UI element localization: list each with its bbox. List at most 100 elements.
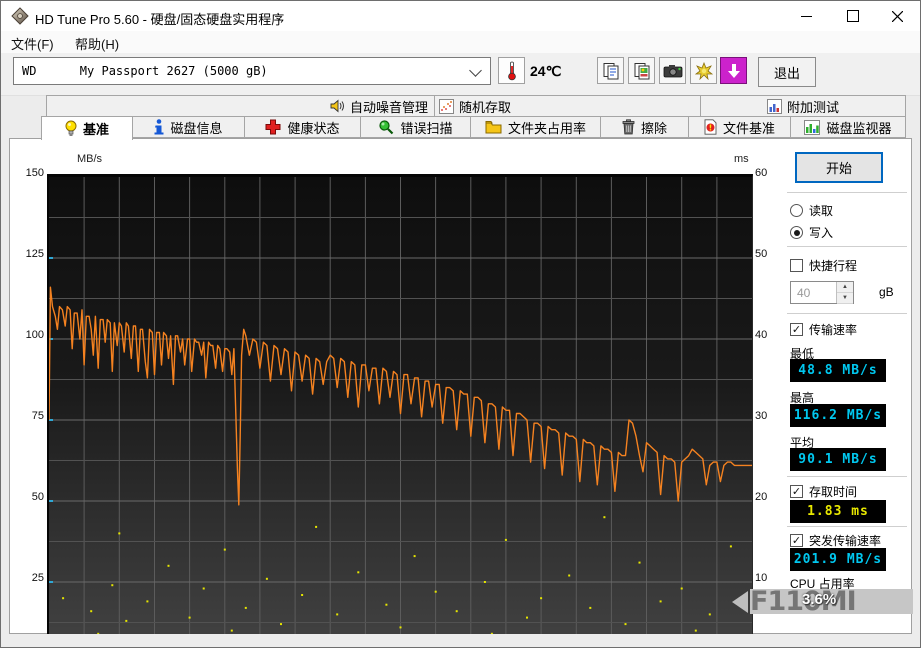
benchmark-chart (47, 174, 753, 638)
right-axis-unit: ms (734, 153, 749, 165)
short-stroke-unit: gB (879, 285, 894, 299)
max-value-display: 116.2 MB/s (790, 404, 886, 427)
left-tick-label: 125 (14, 248, 44, 260)
chevron-down-icon (469, 64, 482, 77)
save-results-button[interactable] (720, 57, 747, 84)
left-tick-label: 75 (14, 410, 44, 422)
title-bar: HD Tune Pro 5.60 - 硬盘/固态硬盘实用程序 (1, 1, 920, 31)
access-time-display: 1.83 ms (790, 500, 886, 523)
copy-image-button[interactable] (628, 57, 655, 84)
spin-up-icon: ▲ (837, 282, 853, 293)
close-button[interactable] (875, 1, 920, 31)
tab-file-benchmark[interactable]: ! 文件基准 (689, 116, 791, 138)
short-stroke-amount[interactable]: 40 ▲▼ (790, 281, 854, 304)
tab-label: 错误扫描 (400, 118, 452, 137)
menu-file[interactable]: 文件(F) (11, 34, 54, 53)
spin-down-icon: ▼ (837, 293, 853, 304)
short-stroke-checkbox[interactable]: 快捷行程 (790, 257, 857, 274)
radio-icon (790, 204, 803, 217)
right-tick-label: 40 (755, 329, 779, 341)
tab-health[interactable]: 健康状态 (245, 116, 361, 138)
min-value-display: 48.8 MB/s (790, 359, 886, 382)
minimize-button[interactable] (784, 1, 829, 31)
checkbox-checked-icon: ✓ (790, 323, 803, 336)
read-radio[interactable]: 读取 (790, 202, 833, 219)
info-icon (154, 119, 164, 135)
menu-bar: 文件(F) 帮助(H) (1, 31, 920, 53)
separator (787, 246, 907, 247)
drive-select[interactable]: WD My Passport 2627 (5000 gB) (13, 57, 491, 85)
right-tick-label: 60 (755, 167, 779, 179)
write-radio[interactable]: 写入 (790, 224, 833, 241)
tab-disk-monitor[interactable]: 磁盘监视器 (791, 116, 906, 138)
tab-row-secondary: 自动噪音管理 随机存取 附加测试 (46, 95, 906, 116)
right-tick-label: 30 (755, 410, 779, 422)
right-tick-label: 50 (755, 248, 779, 260)
access-time-label: 存取时间 (809, 483, 857, 500)
tab-extra-tests[interactable]: 附加测试 (701, 95, 906, 116)
maximize-button[interactable] (830, 1, 875, 31)
tab-erase[interactable]: 擦除 (601, 116, 689, 138)
close-icon (892, 11, 903, 22)
thermometer-icon (507, 61, 517, 81)
screenshot-button[interactable] (659, 57, 686, 84)
extra-tests-icon (767, 99, 782, 114)
read-radio-label: 读取 (809, 202, 833, 219)
tab-label: 附加测试 (787, 97, 839, 116)
chart-canvas (49, 177, 752, 638)
transfer-rate-checkbox[interactable]: ✓ 传输速率 (790, 321, 857, 338)
transfer-rate-label: 传输速率 (809, 321, 857, 338)
trash-icon (622, 119, 635, 135)
checkbox-unchecked-icon (790, 259, 803, 272)
copy-image-icon (633, 62, 651, 80)
short-stroke-value: 40 (797, 286, 810, 300)
copy-text-button[interactable] (597, 57, 624, 84)
burst-rate-checkbox[interactable]: ✓ 突发传输速率 (790, 532, 881, 549)
tab-label: 文件基准 (723, 118, 775, 137)
download-arrow-icon (726, 63, 742, 79)
separator (787, 526, 907, 527)
avg-value-display: 90.1 MB/s (790, 448, 886, 471)
disk-monitor-icon (804, 120, 820, 135)
bulb-icon (65, 120, 77, 137)
tab-label: 擦除 (641, 118, 667, 137)
tab-label: 随机存取 (459, 97, 511, 116)
speed-button[interactable] (690, 57, 717, 84)
scatter-icon (439, 99, 454, 114)
copy-text-icon (602, 62, 620, 80)
app-icon (11, 7, 29, 25)
left-tick-label: 100 (14, 329, 44, 341)
tab-error-scan[interactable]: 错误扫描 (361, 116, 471, 138)
tab-label: 基准 (83, 119, 109, 138)
left-tick-label: 150 (14, 167, 44, 179)
tab-row-main: 基准 磁盘信息 健康状态 错误扫描 (41, 116, 906, 139)
radio-selected-icon (790, 226, 803, 239)
access-time-checkbox[interactable]: ✓ 存取时间 (790, 483, 857, 500)
tab-random-access[interactable]: 随机存取 (435, 95, 701, 116)
tab-benchmark[interactable]: 基准 (41, 116, 133, 140)
tab-disk-info[interactable]: 磁盘信息 (133, 116, 245, 138)
temperature-button[interactable] (498, 57, 525, 84)
separator (787, 313, 907, 314)
drive-select-value: WD My Passport 2627 (5000 gB) (22, 64, 268, 78)
tab-folder-usage[interactable]: 文件夹占用率 (471, 116, 601, 138)
window-bottom-margin (1, 634, 920, 648)
left-tick-label: 50 (14, 491, 44, 503)
speed-icon (695, 62, 713, 80)
burst-rate-display: 201.9 MB/s (790, 548, 886, 571)
file-benchmark-icon: ! (704, 119, 717, 135)
left-axis-unit: MB/s (77, 153, 102, 165)
left-tick-label: 25 (14, 572, 44, 584)
start-button[interactable]: 开始 (795, 152, 883, 183)
magnifier-icon (378, 119, 394, 135)
tab-label: 磁盘信息 (170, 118, 222, 137)
menu-help[interactable]: 帮助(H) (75, 34, 119, 53)
hd-tune-window: HD Tune Pro 5.60 - 硬盘/固态硬盘实用程序 文件(F) 帮助(… (0, 0, 921, 648)
right-tick-label: 10 (755, 572, 779, 584)
tab-automatic-acoustic-management[interactable]: 自动噪音管理 (46, 95, 435, 116)
toolbar: WD My Passport 2627 (5000 gB) 24℃ (1, 53, 920, 96)
burst-rate-label: 突发传输速率 (809, 532, 881, 549)
cpu-usage-value: 3.6% (802, 591, 836, 608)
exit-button[interactable]: 退出 (758, 57, 816, 87)
spinner-buttons[interactable]: ▲▼ (836, 282, 853, 303)
